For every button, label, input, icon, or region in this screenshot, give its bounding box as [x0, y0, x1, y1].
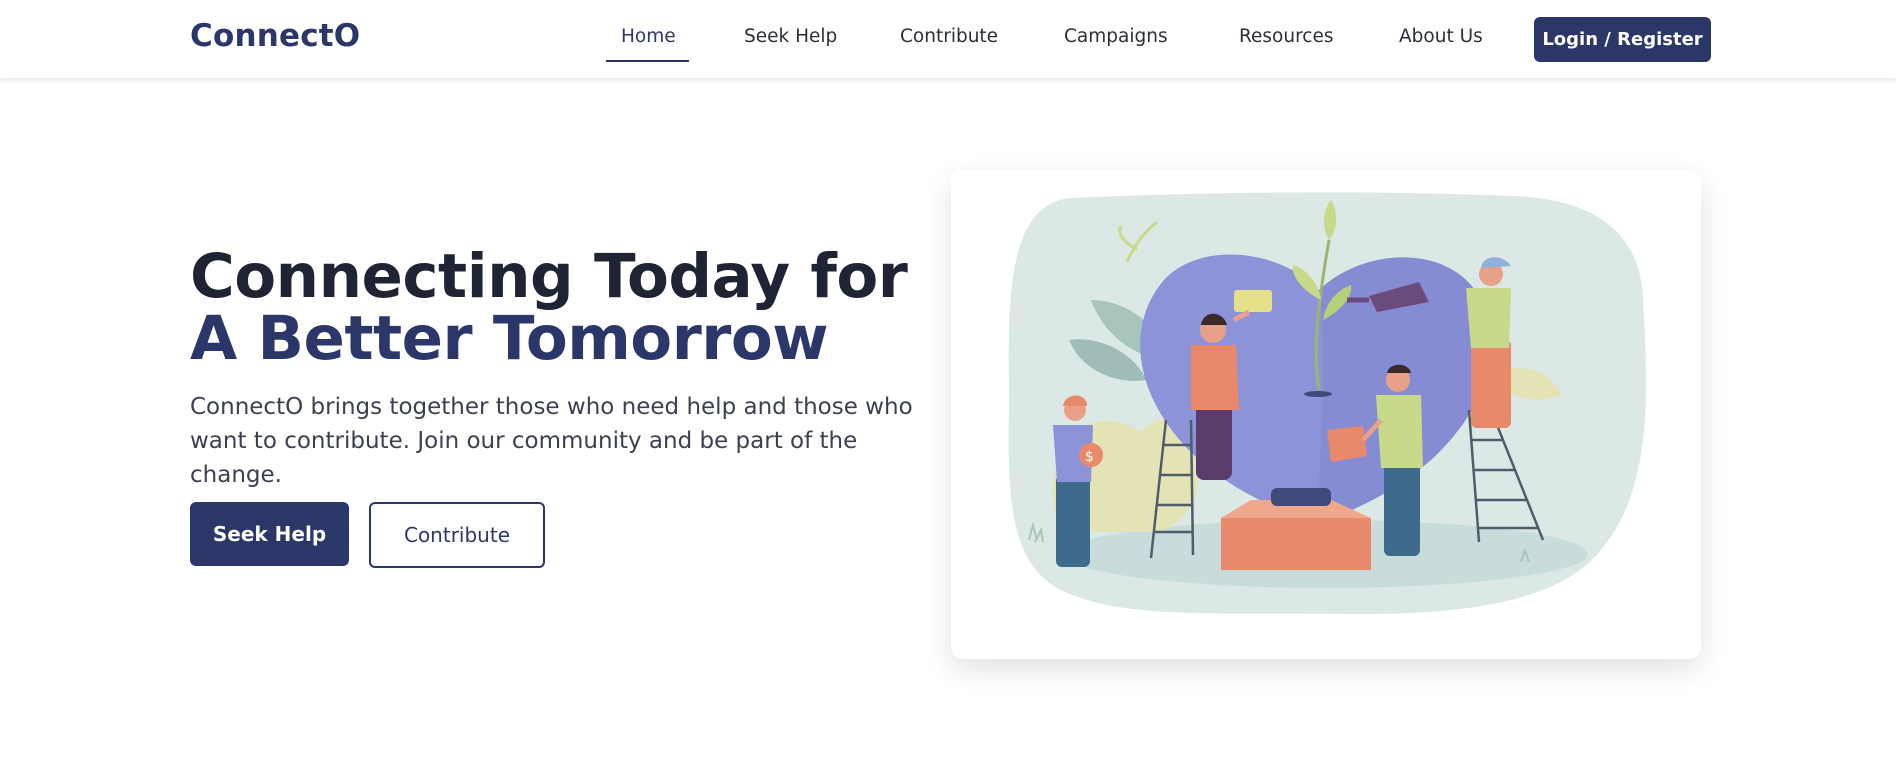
hero-title-line2: A Better Tomorrow	[190, 303, 829, 374]
sprout-pot	[1304, 391, 1332, 397]
active-nav-indicator	[606, 60, 689, 62]
contribute-button[interactable]: Contribute	[369, 502, 545, 568]
svg-text:$: $	[1085, 449, 1094, 465]
hero-description: ConnectO brings together those who need …	[190, 394, 913, 488]
nav-item-resources[interactable]: Resources	[1239, 26, 1333, 47]
hero-illustration-card: $	[951, 170, 1701, 659]
nav-item-contribute[interactable]: Contribute	[900, 26, 998, 47]
login-register-button[interactable]: Login / Register	[1534, 17, 1711, 62]
brand-logo[interactable]: ConnectO	[190, 18, 360, 54]
nav-item-seek-help[interactable]: Seek Help	[744, 26, 837, 47]
seek-help-button[interactable]: Seek Help	[190, 502, 349, 566]
hero-title: Connecting Today for A Better Tomorrow	[190, 241, 908, 374]
community-illustration: $	[1008, 192, 1647, 615]
nav-item-campaigns[interactable]: Campaigns	[1064, 26, 1168, 47]
nav-item-home[interactable]: Home	[621, 26, 676, 47]
nav-item-about-us[interactable]: About Us	[1399, 26, 1483, 47]
top-navbar: ConnectO Home Seek Help Contribute Campa…	[0, 0, 1896, 78]
hero-title-line1: Connecting Today for	[190, 241, 908, 312]
